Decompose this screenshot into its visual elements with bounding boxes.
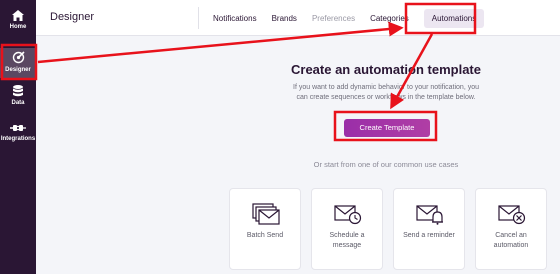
tab-brands[interactable]: Brands [272, 14, 297, 23]
description-line-2: can create sequences or workflows in the… [296, 94, 476, 101]
tab-categories[interactable]: Categories [370, 14, 409, 23]
sidebar-item-label: Designer [5, 67, 31, 73]
page-heading: Create an automation template [291, 62, 481, 77]
use-case-batch-send[interactable]: Batch Send [229, 188, 301, 270]
description: If you want to add dynamic behavior to y… [176, 83, 560, 103]
sidebar-item-label: Data [11, 100, 25, 106]
sidebar-item-designer[interactable]: Designer [0, 48, 36, 78]
cancel-envelope-icon [498, 205, 526, 225]
sidebar-item-data[interactable]: Data [0, 85, 36, 107]
page-title: Designer [50, 11, 95, 23]
use-case-label: Batch Send [246, 232, 284, 239]
use-case-cancel-automation[interactable]: Cancel an automation [475, 188, 547, 270]
create-template-button[interactable]: Create Template [344, 119, 430, 137]
use-case-schedule-message[interactable]: Schedule a message [311, 188, 383, 270]
tab-notifications[interactable]: Notifications [213, 14, 257, 23]
home-icon [12, 10, 24, 21]
tab-automations[interactable]: Automations [423, 8, 485, 28]
use-cases-intro: Or start from one of our common use case… [313, 160, 459, 169]
sidebar-item-label: Integrations [0, 136, 36, 142]
sidebar-item-home[interactable]: Home [0, 10, 36, 31]
use-case-label: Send a reminder [403, 232, 455, 239]
top-bar: Designer Notifications Brands Preference… [36, 0, 560, 36]
description-line-1: If you want to add dynamic behavior to y… [293, 84, 479, 91]
use-case-label: Cancel an automation [493, 232, 529, 249]
envelopes-icon [252, 203, 280, 225]
tab-bar: Notifications Brands Preferences Categor… [198, 7, 485, 29]
database-icon [13, 85, 23, 97]
main-content: Create an automation template If you wan… [36, 37, 560, 274]
use-case-label: Schedule a message [329, 232, 365, 249]
designer-icon [12, 51, 25, 64]
sidebar-item-label: Home [9, 24, 27, 30]
sidebar-item-integrations[interactable]: Integrations [0, 123, 36, 143]
scheduled-envelope-icon [334, 205, 362, 225]
tab-preferences[interactable]: Preferences [312, 14, 355, 23]
plug-icon [10, 125, 26, 131]
bell-envelope-icon [416, 205, 443, 225]
use-case-send-reminder[interactable]: Send a reminder [393, 188, 465, 270]
sidebar: Home Designer Data Integrations [0, 0, 36, 274]
